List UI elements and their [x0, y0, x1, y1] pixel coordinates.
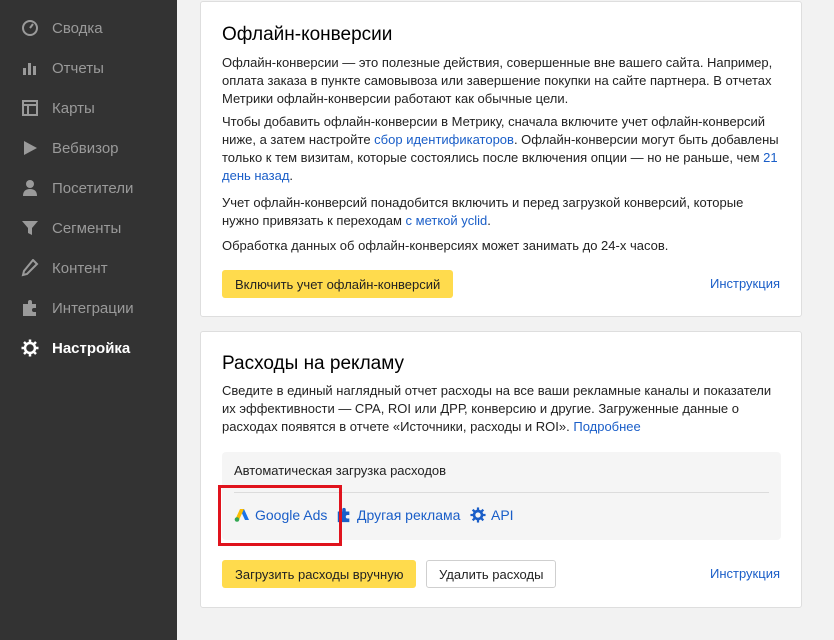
other-ads-link[interactable]: Другая реклама [336, 506, 460, 524]
api-link[interactable]: API [470, 506, 514, 524]
pencil-icon [21, 259, 39, 277]
sidebar-item-integrations[interactable]: Интеграции [0, 288, 177, 328]
bar-chart-icon [21, 59, 39, 77]
sidebar-item-label: Отчеты [52, 59, 104, 77]
person-icon [21, 179, 39, 197]
sidebar: Сводка Отчеты Карты Вебвизор Посетители … [0, 0, 177, 640]
gauge-icon [21, 19, 39, 37]
sidebar-item-label: Карты [52, 99, 95, 117]
sidebar-item-reports[interactable]: Отчеты [0, 48, 177, 88]
map-layout-icon [21, 99, 39, 117]
more-info-link[interactable]: Подробнее [573, 419, 640, 434]
offline-yclid-text: Учет офлайн-конверсий понадобится включи… [222, 195, 744, 228]
gear-icon [470, 507, 486, 523]
collect-ids-link[interactable]: сбор идентификаторов [374, 132, 514, 147]
sidebar-item-content[interactable]: Контент [0, 248, 177, 288]
other-ads-label: Другая реклама [357, 507, 461, 523]
sidebar-item-summary[interactable]: Сводка [0, 8, 177, 48]
sidebar-item-webvisor[interactable]: Вебвизор [0, 128, 177, 168]
sidebar-item-label: Сводка [52, 19, 103, 37]
offline-setup-text: Чтобы добавить офлайн-конверсии в Метрик… [222, 114, 779, 183]
sidebar-item-settings[interactable]: Настройка [0, 328, 177, 368]
sidebar-item-label: Интеграции [52, 299, 134, 317]
ad-expenses-card: Расходы на рекламу Сведите в единый нагл… [200, 331, 802, 608]
sidebar-item-label: Контент [52, 259, 108, 277]
gear-icon [21, 339, 39, 357]
highlight-box [218, 485, 342, 546]
sidebar-item-label: Вебвизор [52, 139, 119, 157]
offline-description: Офлайн-конверсии — это полезные действия… [222, 55, 773, 106]
enable-offline-conversions-button[interactable]: Включить учет офлайн-конверсий [222, 270, 454, 298]
offline-processing-text: Обработка данных об офлайн-конверсиях мо… [222, 238, 669, 253]
yclid-link[interactable]: с меткой yclid [406, 213, 488, 228]
offline-conversions-title: Офлайн-конверсии [222, 24, 393, 45]
sidebar-item-label: Посетители [52, 179, 134, 197]
sidebar-item-visitors[interactable]: Посетители [0, 168, 177, 208]
funnel-icon [21, 219, 39, 237]
offline-instruction-link[interactable]: Инструкция [710, 276, 780, 291]
sidebar-item-segments[interactable]: Сегменты [0, 208, 177, 248]
play-icon [21, 139, 39, 157]
sidebar-item-maps[interactable]: Карты [0, 88, 177, 128]
expenses-description: Сведите в единый наглядный отчет расходы… [222, 383, 772, 434]
auto-upload-title: Автоматическая загрузка расходов [234, 463, 447, 478]
delete-expenses-button[interactable]: Удалить расходы [426, 560, 557, 588]
upload-expenses-button[interactable]: Загрузить расходы вручную [222, 560, 417, 588]
ad-expenses-title: Расходы на рекламу [222, 353, 404, 374]
api-label: API [491, 507, 514, 523]
expenses-instruction-link[interactable]: Инструкция [710, 566, 780, 581]
offline-conversions-card: Офлайн-конверсии Офлайн-конверсии — это … [200, 1, 802, 317]
sidebar-item-label: Сегменты [52, 219, 122, 237]
puzzle-icon [21, 299, 39, 317]
sidebar-item-label: Настройка [52, 339, 131, 357]
